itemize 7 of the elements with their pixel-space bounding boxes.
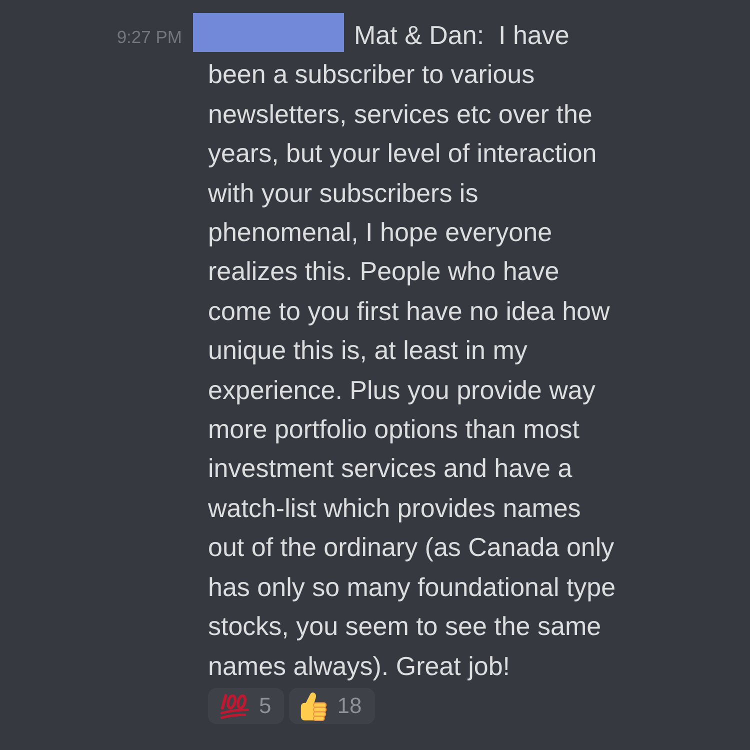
- message-text: been a subscriber to various newsletters, services etc over the years, but your level of interaction with your subscribers is phenomenal, I hope everyone realizes this. People who have come to you first have no idea how unique this is, at least in my experience. Plus you provide way more portfolio options than most investment services and have a watch-list which provides names out of the ordinary (as Canada only has only so many foundational type stocks, you seem to see the same names always). Great job!: [208, 58, 617, 682]
- message-text: Mat & Dan: I have: [354, 19, 570, 52]
- hundred-points-icon: [219, 692, 249, 719]
- thumbs-up-icon: [300, 690, 328, 721]
- reaction-button[interactable]: 5: [208, 688, 284, 724]
- reaction-button[interactable]: 18: [289, 688, 375, 724]
- message-timestamp: 9:27 PM: [116, 26, 182, 48]
